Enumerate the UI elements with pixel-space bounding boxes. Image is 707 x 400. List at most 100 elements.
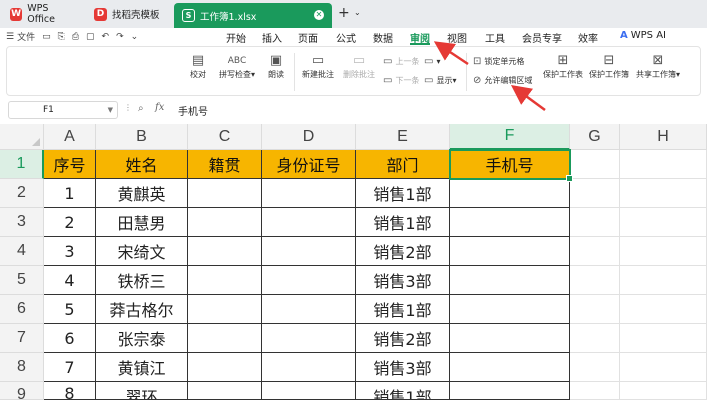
column-header-d[interactable]: D bbox=[262, 124, 356, 150]
wps-ai-button[interactable]: A WPS AI bbox=[620, 30, 666, 41]
export-icon[interactable]: ⎘ bbox=[58, 32, 65, 42]
table-cell[interactable]: 张宗泰 bbox=[96, 324, 188, 353]
header-cell[interactable]: 手机号 bbox=[450, 150, 570, 179]
redo-icon[interactable]: ↷ bbox=[116, 32, 124, 42]
table-cell[interactable]: 销售2部 bbox=[356, 237, 450, 266]
column-header-h[interactable]: H bbox=[620, 124, 707, 150]
empty-cell[interactable] bbox=[620, 324, 707, 353]
table-cell[interactable]: 宋绮文 bbox=[96, 237, 188, 266]
menu-data[interactable]: 数据 bbox=[373, 30, 393, 45]
table-cell[interactable]: 6 bbox=[44, 324, 96, 353]
table-cell[interactable] bbox=[188, 208, 262, 237]
table-cell[interactable]: 翠环 bbox=[96, 382, 188, 400]
table-cell[interactable]: 销售2部 bbox=[356, 324, 450, 353]
table-cell[interactable] bbox=[262, 179, 356, 208]
next-comment-button[interactable]: ▭ 下一条 bbox=[383, 75, 419, 86]
menu-tools[interactable]: 工具 bbox=[485, 30, 505, 45]
empty-cell[interactable] bbox=[570, 382, 620, 400]
chevron-down-icon[interactable]: ▼ bbox=[108, 102, 113, 118]
table-cell[interactable] bbox=[262, 266, 356, 295]
column-header-f[interactable]: F bbox=[450, 124, 570, 150]
table-cell[interactable] bbox=[262, 208, 356, 237]
empty-cell[interactable] bbox=[570, 150, 620, 179]
empty-cell[interactable] bbox=[570, 266, 620, 295]
table-cell[interactable] bbox=[450, 295, 570, 324]
table-cell[interactable] bbox=[188, 382, 262, 400]
header-cell[interactable]: 序号 bbox=[44, 150, 96, 179]
empty-cell[interactable] bbox=[620, 382, 707, 400]
empty-cell[interactable] bbox=[570, 208, 620, 237]
table-cell[interactable] bbox=[262, 295, 356, 324]
splitter-icon[interactable]: ⋮ bbox=[124, 103, 132, 112]
header-cell[interactable]: 身份证号 bbox=[262, 150, 356, 179]
allow-edit-range-button[interactable]: ⊘ 允许编辑区域 bbox=[473, 75, 532, 86]
protect-workbook-button[interactable]: ⊟ 保护工作簿 bbox=[587, 53, 631, 80]
empty-cell[interactable] bbox=[620, 353, 707, 382]
name-box[interactable]: F1 ▼ bbox=[8, 101, 118, 119]
menu-home[interactable]: 开始 bbox=[226, 30, 246, 45]
table-cell[interactable]: 黄麒英 bbox=[96, 179, 188, 208]
empty-cell[interactable] bbox=[570, 295, 620, 324]
table-cell[interactable] bbox=[188, 324, 262, 353]
table-cell[interactable]: 7 bbox=[44, 353, 96, 382]
empty-cell[interactable] bbox=[620, 237, 707, 266]
tab-workbook[interactable]: S 工作簿1.xlsx ✕ bbox=[174, 3, 332, 28]
empty-cell[interactable] bbox=[620, 150, 707, 179]
row-header-3[interactable]: 3 bbox=[0, 208, 44, 237]
table-cell[interactable]: 黄镇江 bbox=[96, 353, 188, 382]
header-cell[interactable]: 部门 bbox=[356, 150, 450, 179]
table-cell[interactable] bbox=[450, 208, 570, 237]
row-header-5[interactable]: 5 bbox=[0, 266, 44, 295]
menu-efficiency[interactable]: 效率 bbox=[578, 30, 598, 45]
table-cell[interactable] bbox=[262, 324, 356, 353]
chevron-down-icon[interactable]: ⌄ bbox=[354, 8, 361, 17]
row-header-4[interactable]: 4 bbox=[0, 237, 44, 266]
column-header-g[interactable]: G bbox=[570, 124, 620, 150]
row-header-9[interactable]: 9 bbox=[0, 382, 44, 400]
empty-cell[interactable] bbox=[570, 353, 620, 382]
row-header-6[interactable]: 6 bbox=[0, 295, 44, 324]
close-icon[interactable]: ✕ bbox=[314, 10, 324, 20]
menu-member[interactable]: 会员专享 bbox=[522, 30, 562, 45]
column-header-b[interactable]: B bbox=[96, 124, 188, 150]
menu-formula[interactable]: 公式 bbox=[336, 30, 356, 45]
preview-icon[interactable]: ▢ bbox=[86, 32, 95, 42]
table-cell[interactable] bbox=[450, 237, 570, 266]
function-icon[interactable]: fx bbox=[155, 102, 164, 113]
table-cell[interactable]: 销售3部 bbox=[356, 353, 450, 382]
column-header-c[interactable]: C bbox=[188, 124, 262, 150]
new-tab-button[interactable]: + bbox=[338, 5, 350, 21]
table-cell[interactable] bbox=[450, 382, 570, 400]
row-header-8[interactable]: 8 bbox=[0, 353, 44, 382]
table-cell[interactable]: 4 bbox=[44, 266, 96, 295]
empty-cell[interactable] bbox=[570, 324, 620, 353]
undo-icon[interactable]: ↶ bbox=[102, 32, 110, 42]
table-cell[interactable] bbox=[450, 324, 570, 353]
table-cell[interactable] bbox=[262, 353, 356, 382]
column-header-a[interactable]: A bbox=[44, 124, 96, 150]
empty-cell[interactable] bbox=[570, 237, 620, 266]
delete-comment-button[interactable]: ▭ 删除批注 bbox=[339, 53, 379, 80]
table-cell[interactable] bbox=[262, 237, 356, 266]
prev-comment-button[interactable]: ▭ 上一条 bbox=[383, 56, 419, 67]
table-cell[interactable]: 5 bbox=[44, 295, 96, 324]
lock-cells-button[interactable]: ⊡ 锁定单元格 bbox=[473, 56, 524, 67]
table-cell[interactable] bbox=[188, 353, 262, 382]
share-workbook-button[interactable]: ⊠ 共享工作簿▾ bbox=[633, 53, 683, 80]
table-cell[interactable]: 莽古格尔 bbox=[96, 295, 188, 324]
empty-cell[interactable] bbox=[620, 179, 707, 208]
proofread-button[interactable]: ▤ 校对 bbox=[185, 53, 211, 80]
menu-view[interactable]: 视图 bbox=[447, 30, 467, 45]
empty-cell[interactable] bbox=[620, 208, 707, 237]
menu-file[interactable]: 文件 bbox=[17, 30, 35, 43]
comment-toggle-button[interactable]: ▭ ▾ bbox=[424, 56, 440, 67]
show-comments-button[interactable]: ▭ 显示 ▾ bbox=[424, 75, 456, 86]
table-cell[interactable] bbox=[188, 237, 262, 266]
empty-cell[interactable] bbox=[620, 295, 707, 324]
zoom-icon[interactable]: ⌕ bbox=[138, 103, 144, 114]
table-cell[interactable]: 田慧男 bbox=[96, 208, 188, 237]
row-header-1[interactable]: 1 bbox=[0, 150, 44, 179]
table-cell[interactable] bbox=[450, 179, 570, 208]
new-comment-button[interactable]: ▭ 新建批注 bbox=[298, 53, 338, 80]
save-icon[interactable]: ▭ bbox=[42, 32, 51, 42]
